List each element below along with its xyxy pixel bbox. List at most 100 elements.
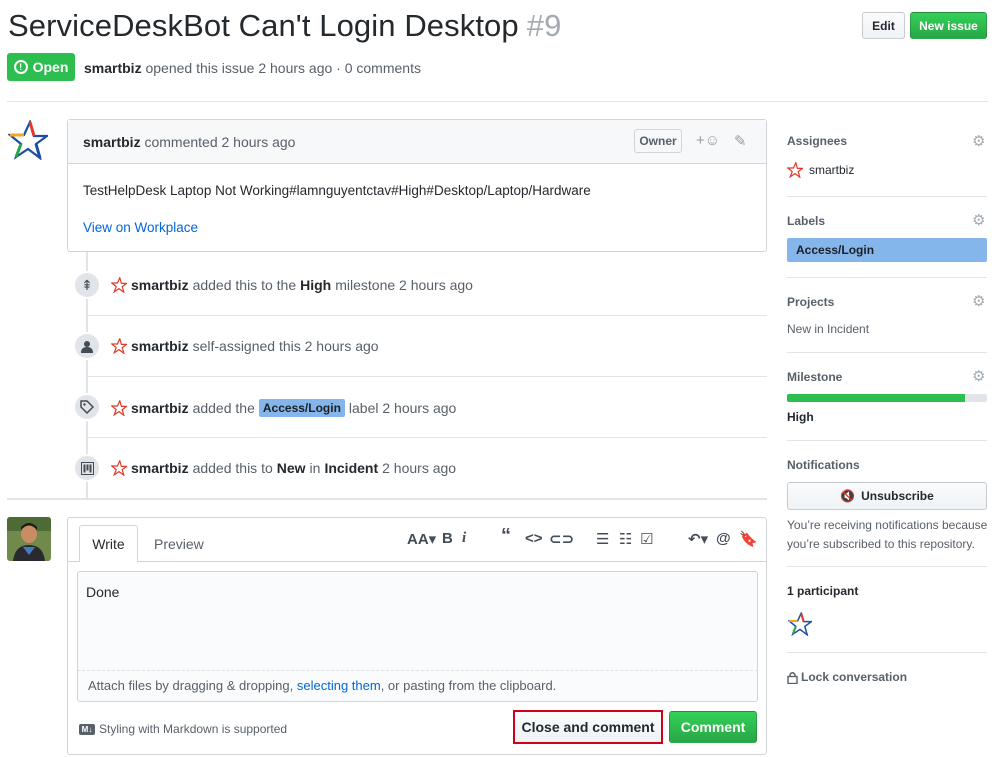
gear-icon[interactable]: ⚙	[972, 292, 985, 310]
milestone-icon: ⇞	[73, 271, 101, 299]
comment-author-line: smartbiz commented 2 hours ago	[83, 134, 295, 150]
gear-icon[interactable]: ⚙	[972, 367, 985, 385]
markdown-note-text: Styling with Markdown is supported	[99, 722, 288, 736]
lock-icon	[787, 671, 798, 684]
avatar[interactable]	[111, 277, 127, 293]
sidebar-divider	[787, 652, 987, 653]
add-reaction-icon[interactable]: +☺	[696, 132, 720, 149]
gear-icon[interactable]: ⚙	[972, 132, 985, 150]
owner-badge: Owner	[634, 129, 682, 153]
markdown-note[interactable]: M↓ Styling with Markdown is supported	[79, 722, 287, 736]
ordered-list-icon[interactable]: ☷	[619, 530, 632, 548]
event-text: in	[309, 460, 321, 476]
person-glyph	[81, 340, 93, 353]
tab-preview[interactable]: Preview	[154, 536, 204, 552]
comment-textarea[interactable]: Done	[77, 571, 758, 671]
comment-card: smartbiz commented 2 hours ago Owner +☺ …	[67, 119, 767, 252]
issue-title: ServiceDeskBot Can't Login Desktop #9	[8, 8, 561, 44]
event-text: 2 hours ago	[382, 460, 457, 476]
tag-icon	[73, 393, 101, 421]
event-actor[interactable]: smartbiz	[131, 400, 189, 416]
event-text: milestone 2 hours ago	[335, 277, 473, 293]
timeline-divider	[88, 376, 767, 377]
sidebar-divider	[787, 440, 987, 441]
attach-text: , or pasting from the clipboard.	[380, 678, 557, 693]
issue-title-text: ServiceDeskBot Can't Login Desktop	[8, 8, 519, 43]
timeline-event: smartbiz added this to the High milestone 2…	[111, 277, 473, 293]
attach-files-bar[interactable]: Attach files by dragging & dropping, sel…	[77, 671, 758, 702]
lock-conversation-label: Lock conversation	[801, 670, 908, 684]
event-text: added this to the	[192, 277, 297, 293]
avatar[interactable]	[7, 517, 51, 561]
notifications-heading: Notifications	[787, 458, 860, 472]
event-actor[interactable]: smartbiz	[131, 277, 189, 293]
project-item[interactable]: New in Incident	[787, 322, 869, 336]
assignee-name: smartbiz	[809, 163, 855, 177]
comment-button[interactable]: Comment	[669, 711, 757, 743]
comment-time[interactable]: commented 2 hours ago	[144, 134, 295, 150]
tab-border	[68, 561, 766, 562]
avatar[interactable]	[788, 612, 812, 636]
text-size-icon[interactable]: AA▾	[407, 530, 436, 548]
event-project[interactable]: Incident	[324, 460, 378, 476]
label-access-login[interactable]: Access/Login	[787, 238, 987, 262]
event-column: New	[276, 460, 306, 476]
timeline-event: smartbiz added this to New in Incident 2 hour…	[111, 460, 456, 476]
sidebar-divider	[787, 352, 987, 353]
sidebar-divider	[787, 277, 987, 278]
issue-number: #9	[526, 8, 562, 43]
notification-reason: You’re receiving notifications because	[787, 518, 988, 532]
event-actor[interactable]: smartbiz	[131, 338, 189, 354]
avatar[interactable]	[111, 460, 127, 476]
project-icon	[73, 454, 101, 482]
project-glyph	[80, 461, 94, 475]
person-icon	[73, 332, 101, 360]
milestone-name[interactable]: High	[787, 410, 814, 424]
tab-write[interactable]: Write	[79, 525, 138, 562]
close-and-comment-button[interactable]: Close and comment	[513, 710, 663, 744]
code-icon[interactable]: <>	[525, 530, 543, 547]
lock-conversation-link[interactable]: Lock conversation	[787, 670, 907, 684]
projects-heading: Projects	[787, 295, 835, 309]
task-list-icon[interactable]: ☑	[640, 530, 653, 548]
view-on-workplace-link[interactable]: View on Workplace	[83, 220, 198, 235]
italic-icon[interactable]: i	[462, 530, 466, 547]
milestone-progress-fill	[787, 394, 965, 402]
select-files-link[interactable]: selecting them	[297, 678, 381, 693]
assignees-heading: Assignees	[787, 134, 848, 148]
comment-author[interactable]: smartbiz	[83, 134, 141, 150]
event-text: self-assigned this 2 hours ago	[192, 338, 379, 354]
new-issue-button[interactable]: New issue	[910, 12, 987, 39]
event-text: label 2 hours ago	[348, 400, 457, 416]
link-icon[interactable]: ⊂⊃	[549, 530, 574, 548]
event-milestone[interactable]: High	[300, 277, 331, 293]
avatar[interactable]	[111, 338, 127, 354]
edit-button[interactable]: Edit	[862, 12, 905, 39]
reply-icon[interactable]: ↶▾	[688, 530, 708, 548]
gear-icon[interactable]: ⚙	[972, 211, 985, 229]
participants-heading: 1 participant	[787, 584, 859, 598]
issue-opened-icon: !	[13, 60, 28, 74]
avatar[interactable]	[111, 400, 127, 416]
attach-text: Attach files by dragging & dropping,	[88, 678, 294, 693]
event-actor[interactable]: smartbiz	[131, 460, 189, 476]
timeline-divider	[88, 437, 767, 438]
markdown-icon: M↓	[79, 723, 95, 735]
saved-reply-icon[interactable]: 🔖	[739, 530, 758, 548]
bold-icon[interactable]: B	[442, 530, 453, 547]
timeline-event: smartbiz self-assigned this 2 hours ago	[111, 338, 379, 354]
unordered-list-icon[interactable]: ☰	[596, 530, 609, 548]
mute-icon: 🔇	[840, 489, 856, 503]
quote-icon[interactable]: “	[501, 525, 511, 548]
header-divider	[7, 101, 988, 102]
mention-icon[interactable]: @	[716, 530, 731, 547]
unsubscribe-button[interactable]: 🔇 Unsubscribe	[787, 482, 987, 510]
assignee-item[interactable]: smartbiz	[787, 162, 854, 178]
sidebar-divider	[787, 196, 987, 197]
timeline-event: smartbiz added the Access/Login label 2 hou…	[111, 399, 456, 417]
issue-author-link[interactable]: smartbiz	[84, 60, 142, 76]
label-access-login[interactable]: Access/Login	[258, 399, 345, 417]
pencil-icon[interactable]: ✎	[734, 132, 747, 150]
notification-reason: you’re subscribed to this repository.	[787, 537, 975, 551]
avatar[interactable]	[8, 120, 48, 160]
